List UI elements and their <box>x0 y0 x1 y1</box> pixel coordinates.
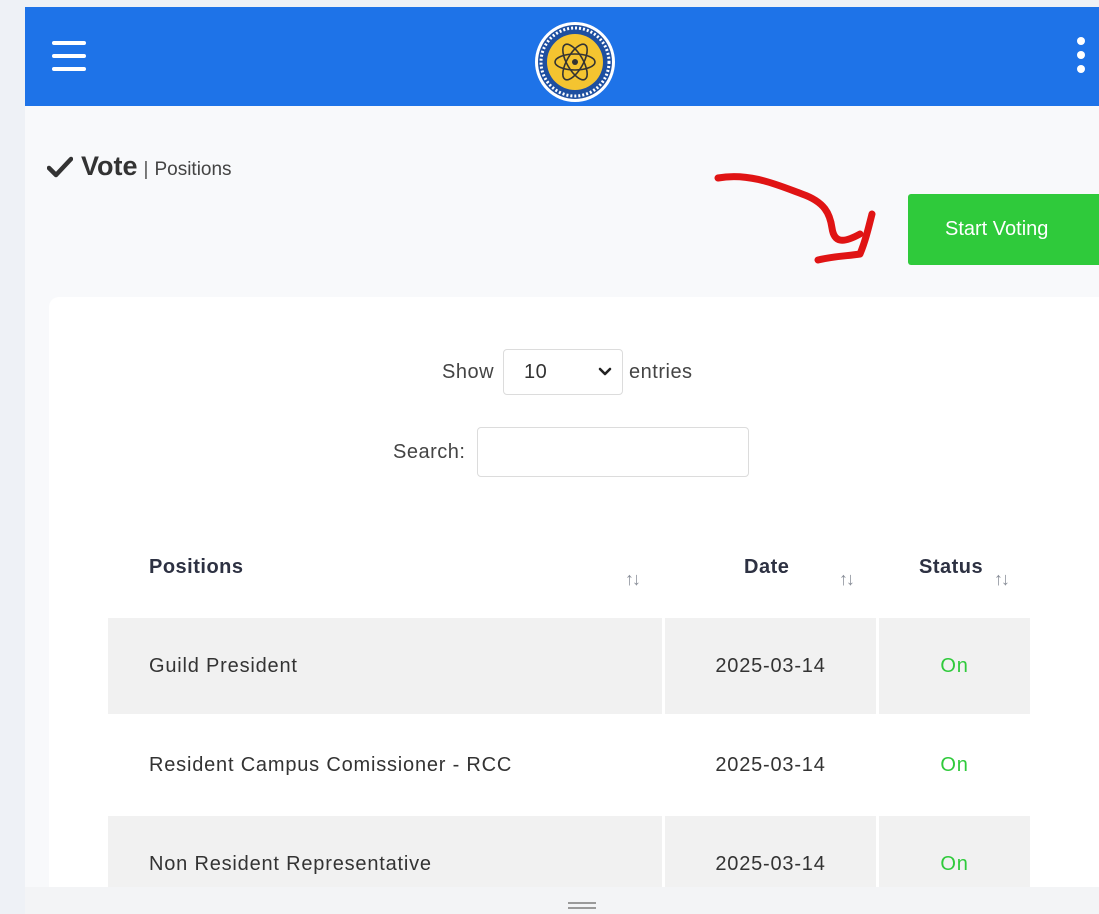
atom-logo-icon[interactable] <box>533 20 617 104</box>
show-label: Show <box>442 360 495 383</box>
app-window: Vote | Positions Start Voting Show 10 en… <box>25 7 1099 914</box>
position-cell: Resident Campus Comissioner - RCC <box>149 753 513 776</box>
date-cell: 2025-03-14 <box>665 618 876 714</box>
column-header-positions[interactable]: Positions <box>149 556 244 579</box>
search-input[interactable] <box>477 427 750 477</box>
entries-label: entries <box>629 360 693 383</box>
search-control: Search: <box>393 427 750 477</box>
page-heading: Vote | Positions <box>47 151 232 182</box>
table-row[interactable]: Resident Campus Comissioner - RCC 2025-0… <box>108 717 1030 813</box>
sort-arrows-icon[interactable]: ↑↓ <box>839 569 855 590</box>
entries-length-control: Show 10 entries <box>442 349 693 395</box>
drag-handle-icon[interactable] <box>568 902 596 910</box>
sort-arrows-icon[interactable]: ↑↓ <box>625 569 641 590</box>
title-separator: | <box>143 159 149 180</box>
bottom-bar <box>25 887 1099 914</box>
entries-selected-value: 10 <box>524 360 548 383</box>
window-left-edge <box>0 0 25 914</box>
start-voting-button[interactable]: Start Voting <box>908 194 1099 265</box>
column-header-date[interactable]: Date <box>744 556 789 579</box>
sort-arrows-icon[interactable]: ↑↓ <box>994 569 1010 590</box>
status-cell: On <box>879 618 1030 714</box>
chevron-down-icon <box>598 367 612 376</box>
checkmark-icon <box>47 156 73 177</box>
hamburger-icon[interactable] <box>52 41 86 71</box>
red-arrow-annotation-icon <box>714 173 876 264</box>
top-navbar <box>25 7 1099 106</box>
search-label: Search: <box>393 440 466 463</box>
page-title: Vote <box>81 151 138 181</box>
page-subtitle: Positions <box>154 159 232 180</box>
position-cell: Guild President <box>108 618 662 714</box>
date-cell: 2025-03-14 <box>715 753 826 776</box>
table-row[interactable]: Guild President 2025-03-14 On <box>108 618 1030 714</box>
column-header-status[interactable]: Status <box>919 556 983 579</box>
entries-select[interactable]: 10 <box>503 349 624 395</box>
kebab-menu-icon[interactable] <box>1073 37 1089 77</box>
status-cell: On <box>940 753 969 776</box>
